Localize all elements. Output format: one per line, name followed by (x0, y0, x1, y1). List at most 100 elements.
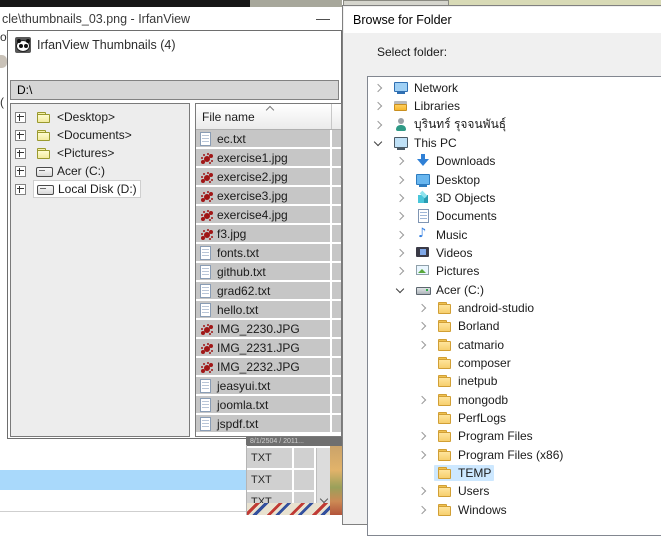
folder-tree-row[interactable]: Users (368, 482, 661, 500)
plus-expander-icon[interactable] (15, 148, 26, 159)
chevron-icon[interactable] (372, 119, 384, 131)
chevron-icon[interactable] (416, 357, 428, 369)
folder-tree-row[interactable]: Network (368, 79, 661, 97)
folder-tree-row[interactable]: <Pictures> (11, 144, 189, 162)
plus-expander-icon[interactable] (15, 112, 26, 123)
file-row[interactable]: exercise4.jpg (196, 206, 341, 223)
folder-tree-row[interactable]: android-studio (368, 299, 661, 317)
pictures-icon (415, 263, 431, 279)
folder-tree-row[interactable]: 3D Objects (368, 189, 661, 207)
folder-tree-row[interactable]: catmario (368, 336, 661, 354)
txt-icon (199, 302, 213, 317)
folder-tree-row[interactable]: Pictures (368, 262, 661, 280)
chevron-icon[interactable] (416, 430, 428, 442)
chevron-icon[interactable] (372, 100, 384, 112)
folder-tree-row[interactable]: Downloads (368, 152, 661, 170)
chevron-icon[interactable] (394, 247, 406, 259)
context-menu-item[interactable] (0, 490, 246, 510)
thumbnails-titlebar[interactable]: IrfanView Thumbnails (4) (9, 32, 340, 58)
file-row[interactable]: fonts.txt (196, 244, 341, 261)
chevron-down-icon[interactable] (320, 496, 327, 503)
folder-browser-tree: Network Libraries บุรินทร์ รุจจนพันธุ์ (367, 76, 661, 536)
file-row[interactable]: jspdf.txt (196, 415, 341, 432)
thumbnails-window-title: IrfanView Thumbnails (4) (37, 38, 176, 52)
chevron-icon[interactable] (372, 82, 384, 94)
file-row[interactable]: exercise3.jpg (196, 187, 341, 204)
folder-tree-row[interactable]: <Documents> (11, 126, 189, 144)
txt-icon (199, 397, 213, 412)
context-menu (0, 445, 247, 515)
chevron-icon[interactable] (416, 375, 428, 387)
folder-tree-row[interactable]: Windows (368, 501, 661, 519)
chevron-icon[interactable] (416, 339, 428, 351)
folder-tree-row[interactable]: Music (368, 226, 661, 244)
chevron-icon[interactable] (416, 320, 428, 332)
folder-tree-row[interactable]: Acer (C:) (11, 162, 189, 180)
chevron-icon[interactable] (416, 394, 428, 406)
file-row[interactable]: exercise1.jpg (196, 149, 341, 166)
chevron-icon[interactable] (394, 284, 406, 296)
chevron-icon[interactable] (416, 449, 428, 461)
date-fragment: 8/1/2504 / 2011... (246, 437, 342, 446)
file-list-header[interactable]: File name (196, 104, 341, 130)
plus-expander-icon[interactable] (15, 130, 26, 141)
folder-tree-row[interactable]: Acer (C:) (368, 281, 661, 299)
file-row[interactable]: IMG_2230.JPG (196, 320, 341, 337)
minimize-icon[interactable]: — (316, 10, 330, 26)
txt-icon (199, 378, 213, 393)
chevron-icon[interactable] (372, 137, 384, 149)
folder-tree-row[interactable]: Desktop (368, 171, 661, 189)
file-row[interactable]: IMG_2232.JPG (196, 358, 341, 375)
folder-tree-row[interactable]: <Desktop> (11, 108, 189, 126)
folder-tree-row[interactable]: TEMP (368, 464, 661, 482)
folder-tree-row[interactable]: Videos (368, 244, 661, 262)
file-row[interactable]: ec.txt (196, 130, 341, 147)
chevron-icon[interactable] (394, 192, 406, 204)
folder-tree-row[interactable]: Documents (368, 207, 661, 225)
file-row[interactable]: github.txt (196, 263, 341, 280)
chevron-icon[interactable] (394, 210, 406, 222)
file-row[interactable]: f3.jpg (196, 225, 341, 242)
folder-tree-panel: <Desktop> <Documents> <Pictures> Acer (C… (10, 103, 190, 437)
folder-tree-row[interactable]: This PC (368, 134, 661, 152)
folder-tree-row[interactable]: Libraries (368, 97, 661, 115)
file-row[interactable]: jeasyui.txt (196, 377, 341, 394)
file-row[interactable]: hello.txt (196, 301, 341, 318)
chevron-icon[interactable] (394, 155, 406, 167)
chevron-icon[interactable] (416, 504, 428, 516)
chevron-icon[interactable] (394, 174, 406, 186)
jpg-icon (199, 226, 213, 241)
folder-tree-row[interactable]: Borland (368, 317, 661, 335)
chevron-icon[interactable] (394, 265, 406, 277)
context-menu-item[interactable] (0, 470, 246, 490)
address-bar[interactable]: D:\ (10, 80, 339, 100)
folder-icon (437, 465, 453, 481)
folder-tree-row[interactable]: Local Disk (D:) (11, 180, 189, 198)
chevron-icon[interactable] (416, 302, 428, 314)
folder-tree-row[interactable]: mongodb (368, 391, 661, 409)
plus-expander-icon[interactable] (15, 166, 26, 177)
folder-icon (437, 337, 453, 353)
chevron-icon[interactable] (416, 412, 428, 424)
jpg-icon (199, 340, 213, 355)
folder-tree-row[interactable]: inetpub (368, 372, 661, 390)
folder-tree-row[interactable]: PerfLogs (368, 409, 661, 427)
plus-expander-icon[interactable] (15, 184, 26, 195)
file-row[interactable]: exercise2.jpg (196, 168, 341, 185)
chevron-icon[interactable] (416, 485, 428, 497)
folder-tree-row[interactable]: Program Files (368, 427, 661, 445)
folder-tree-row[interactable]: บุรินทร์ รุจจนพันธุ์ (368, 116, 661, 134)
folder-tree-row[interactable]: Program Files (x86) (368, 446, 661, 464)
file-row[interactable]: IMG_2231.JPG (196, 339, 341, 356)
folder-tree-row[interactable]: composer (368, 354, 661, 372)
context-menu-item[interactable] (0, 450, 246, 470)
column-header-file-name[interactable]: File name (202, 110, 255, 124)
file-row[interactable]: grad62.txt (196, 282, 341, 299)
dialog-title[interactable]: Browse for Folder (344, 7, 661, 33)
chevron-icon[interactable] (416, 467, 428, 479)
file-row[interactable]: joomla.txt (196, 396, 341, 413)
column-divider[interactable] (331, 104, 332, 129)
chevron-icon[interactable] (394, 229, 406, 241)
desktop-icon (415, 172, 431, 188)
photo-thumbnail-fragment (330, 446, 342, 515)
